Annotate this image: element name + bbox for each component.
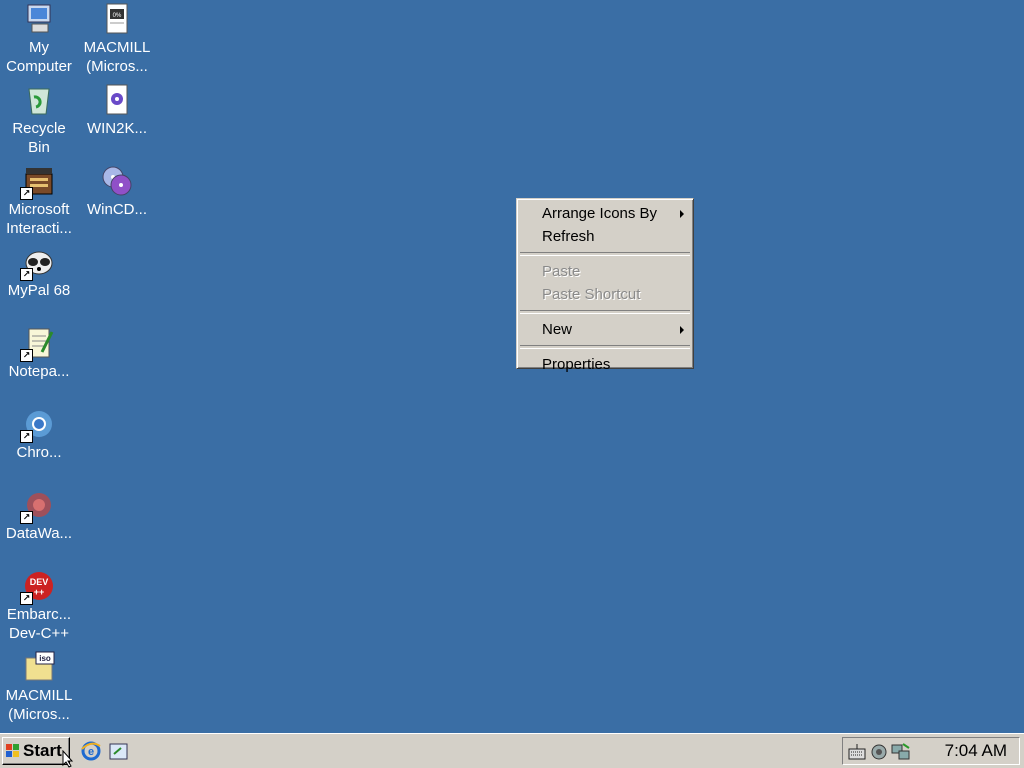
menu-item-label: Arrange Icons By (542, 205, 658, 222)
windows-logo-icon (6, 744, 19, 757)
desktop-icon-macmill-doc[interactable]: 0% MACMILL (Micros... (78, 2, 156, 76)
network-icon[interactable] (891, 742, 911, 762)
desktop-icon-microsoft-interactive[interactable]: ↗ Microsoft Interacti... (0, 164, 78, 238)
desktop-icon-my-computer[interactable]: My Computer (0, 2, 78, 76)
menu-item-label: Refresh (542, 228, 595, 245)
menu-item-paste-shortcut: Paste Shortcut (519, 283, 691, 306)
recycle-bin-icon (22, 83, 56, 117)
svg-text:0%: 0% (113, 13, 122, 19)
desktop-icon-mypal[interactable]: ↗ MyPal 68 (0, 245, 78, 300)
show-desktop-icon[interactable] (108, 740, 130, 762)
menu-separator (520, 252, 690, 256)
desktop-icon-win2k[interactable]: WIN2K... (78, 83, 156, 138)
desktop-icon-datawave[interactable]: ↗ DataWa... (0, 488, 78, 543)
menu-item-paste: Paste (519, 260, 691, 283)
system-tray: 7:04 AM (842, 737, 1020, 765)
submenu-arrow-icon (680, 326, 684, 334)
menu-item-refresh[interactable]: Refresh (519, 225, 691, 248)
document-icon: 0% (100, 2, 134, 36)
svg-text:++: ++ (34, 587, 45, 597)
notepad-icon: ↗ (20, 326, 56, 362)
clapperboard-icon: ↗ (20, 164, 56, 200)
mouse-cursor-icon (62, 750, 74, 768)
shortcut-arrow-icon: ↗ (20, 592, 33, 605)
menu-item-properties[interactable]: Properties (519, 353, 691, 376)
iso-file-icon: iso (22, 650, 56, 684)
shortcut-arrow-icon: ↗ (20, 430, 33, 443)
desktop-icon-macmill-iso[interactable]: iso MACMILL (Micros... (0, 650, 78, 724)
submenu-arrow-icon (680, 210, 684, 218)
menu-item-label: Paste Shortcut (542, 286, 641, 303)
dev-cpp-icon: DEV ++ ↗ (20, 569, 56, 605)
svg-text:DEV: DEV (30, 577, 49, 587)
shortcut-arrow-icon: ↗ (20, 187, 33, 200)
svg-text:iso: iso (39, 654, 51, 663)
shortcut-arrow-icon: ↗ (20, 511, 33, 524)
clock[interactable]: 7:04 AM (945, 738, 1007, 764)
desktop-icon-chrome[interactable]: ↗ Chro... (0, 407, 78, 462)
setup-file-icon (100, 83, 134, 117)
chrome-icon: ↗ (20, 407, 56, 443)
menu-item-label: New (542, 321, 573, 338)
menu-separator (520, 345, 690, 349)
taskbar: Start e 7:04 AM (0, 733, 1024, 768)
svg-text:e: e (88, 746, 94, 758)
raccoon-icon: ↗ (20, 245, 56, 281)
menu-item-label: Paste (542, 263, 581, 280)
datawave-icon: ↗ (20, 488, 56, 524)
start-button[interactable]: Start (2, 737, 70, 765)
menu-item-arrange-icons-by[interactable]: Arrange Icons By (519, 202, 691, 225)
desktop-icon-recycle-bin[interactable]: Recycle Bin (0, 83, 78, 157)
desktop-context-menu: Arrange Icons By Refresh Paste Paste Sho… (516, 198, 694, 373)
desktop[interactable]: My Computer Recycle Bin ↗ Microsoft Inte… (0, 0, 1024, 733)
cd-icon (100, 164, 134, 198)
start-label: Start (23, 741, 62, 760)
desktop-icon-notepad[interactable]: ↗ Notepa... (0, 326, 78, 381)
internet-explorer-icon[interactable]: e (80, 740, 102, 762)
menu-item-new[interactable]: New (519, 318, 691, 341)
desktop-icon-wincd[interactable]: WinCD... (78, 164, 156, 219)
menu-separator (520, 310, 690, 314)
desktop-icon-dev-cpp[interactable]: DEV ++ ↗ Embarc... Dev-C++ (0, 569, 78, 643)
shortcut-arrow-icon: ↗ (20, 349, 33, 362)
computer-icon (22, 2, 56, 36)
menu-item-label: Properties (542, 356, 611, 373)
shortcut-arrow-icon: ↗ (20, 268, 33, 281)
volume-icon[interactable] (869, 742, 889, 762)
keyboard-icon[interactable] (847, 742, 867, 762)
